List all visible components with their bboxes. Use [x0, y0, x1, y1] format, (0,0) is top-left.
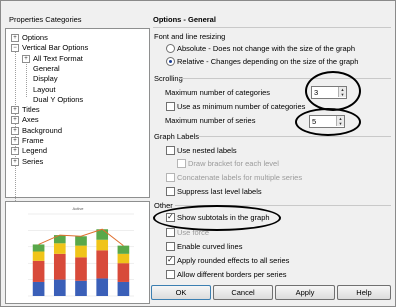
use-min-checkbox[interactable]	[166, 102, 175, 111]
annotation-ellipse-categories	[305, 71, 361, 111]
page-title: Options - General	[153, 15, 216, 24]
tree-item-background[interactable]: + Background	[11, 126, 62, 135]
bar-segment	[75, 280, 87, 296]
max-categories-label: Maximum number of categories	[165, 88, 271, 97]
tree-item-label: Layout	[33, 84, 56, 94]
bar-segment	[32, 260, 45, 282]
tree-item-label: Vertical Bar Options	[22, 43, 89, 53]
use-force-checkbox[interactable]	[166, 228, 175, 237]
enable-curved-label: Enable curved lines	[177, 242, 243, 251]
tree-item-label: Display	[33, 74, 58, 84]
expand-icon[interactable]: +	[11, 34, 19, 43]
bar-segment	[53, 235, 66, 244]
tree-item-label: Series	[22, 156, 44, 166]
bar-segment	[117, 281, 130, 296]
apply-button[interactable]: Apply	[275, 285, 335, 300]
bar-segment	[32, 281, 45, 296]
tree-item-series[interactable]: + Series	[11, 157, 43, 166]
tree-item-general[interactable]: General	[33, 64, 60, 73]
bar-segment	[96, 278, 109, 296]
expand-icon[interactable]: +	[11, 116, 19, 125]
apply-rounded-checkbox[interactable]	[166, 255, 175, 265]
tree-item-label: Dual Y Options	[33, 94, 84, 104]
radio-absolute-label: Absolute - Does not change with the size…	[177, 44, 356, 53]
collapse-icon[interactable]: −	[11, 44, 19, 53]
allow-borders-label: Allow different borders per series	[177, 270, 287, 279]
radio-relative[interactable]	[166, 57, 175, 66]
bar-segment	[117, 253, 130, 264]
bar-segment	[53, 243, 66, 254]
tree-item-frame[interactable]: + Frame	[11, 136, 44, 146]
font-section-header: Font and line resizing	[154, 32, 226, 41]
draw-bracket-label: Draw bracket for each level	[188, 159, 279, 168]
annotation-ellipse-series	[295, 108, 361, 136]
tree-item-layout[interactable]: Layout	[33, 85, 56, 94]
preview-chart: Active	[28, 206, 134, 297]
ok-button[interactable]: OK	[151, 285, 211, 300]
bar-segment	[75, 236, 87, 246]
allow-borders-checkbox[interactable]	[166, 270, 175, 279]
tree-item-label: Axes	[22, 115, 39, 125]
expand-icon[interactable]: +	[11, 147, 19, 156]
use-nested-label: Use nested labels	[177, 146, 237, 155]
radio-relative-label: Relative - Changes depending on the size…	[177, 57, 359, 66]
expand-icon[interactable]: +	[11, 157, 19, 166]
draw-bracket-checkbox[interactable]	[177, 159, 186, 168]
enable-curved-checkbox[interactable]	[166, 242, 175, 251]
expand-icon[interactable]: +	[11, 126, 19, 135]
tree-item-axes[interactable]: + Axes	[11, 115, 39, 125]
tree-item-label: Background	[22, 125, 63, 135]
tree-item-label: Frame	[22, 136, 44, 145]
categories-tree[interactable]: + Options − Vertical Bar Options + All Text F…	[5, 28, 150, 207]
dialog-window: Properties Categories + Options − Vertical …	[0, 0, 396, 307]
use-min-label: Use as minimum number of categories	[177, 102, 306, 111]
categories-title: Properties Categories	[9, 15, 82, 24]
use-nested-checkbox[interactable]	[166, 146, 175, 155]
expand-icon[interactable]: +	[22, 54, 30, 63]
concatenate-checkbox[interactable]	[166, 173, 175, 182]
bar-segment	[96, 239, 109, 251]
concatenate-label: Concatenate labels for multiple series	[177, 173, 303, 182]
apply-rounded-label: Apply rounded effects to all series	[177, 256, 290, 265]
expand-icon[interactable]: +	[11, 137, 19, 146]
bar-segment	[96, 250, 109, 279]
bar-segment	[117, 263, 130, 282]
tree-item-label: All Text Format	[33, 53, 83, 63]
tree-item-vertical-bar-options[interactable]: − Vertical Bar Options	[11, 43, 89, 53]
graph-labels-header: Graph Labels	[154, 132, 200, 141]
graph-preview: Active	[5, 201, 150, 304]
tree-item-dual-y-options[interactable]: Dual Y Options	[33, 95, 83, 104]
suppress-last-label: Suppress last level labels	[177, 187, 262, 196]
bar-segment	[32, 251, 45, 261]
bar-segment	[75, 245, 87, 258]
tree-item-label: General	[33, 63, 60, 73]
radio-absolute[interactable]	[166, 44, 175, 53]
bar-segment	[75, 257, 87, 281]
help-button[interactable]: Help	[337, 285, 391, 300]
expand-icon[interactable]: +	[11, 106, 19, 115]
suppress-last-checkbox[interactable]	[166, 187, 175, 196]
chart-title: Active	[73, 206, 85, 211]
cancel-button[interactable]: Cancel	[213, 285, 273, 300]
bar-segment	[117, 245, 130, 254]
tree-item-legend[interactable]: + Legend	[11, 146, 48, 156]
tree-item-label: Options	[22, 33, 48, 42]
tree-item-label: Legend	[22, 146, 48, 156]
tree-item-options[interactable]: + Options	[11, 33, 48, 43]
annotation-ellipse-subtotals	[153, 205, 281, 231]
tree-item-label: Titles	[22, 105, 40, 115]
max-series-label: Maximum number of series	[165, 116, 256, 125]
tree-item-all-text-format[interactable]: + All Text Format	[22, 54, 83, 63]
tree-item-titles[interactable]: + Titles	[11, 105, 40, 115]
bar-segment	[32, 244, 45, 252]
tree-item-display[interactable]: Display	[33, 74, 58, 83]
bar-segment	[53, 253, 66, 280]
bar-segment	[53, 279, 66, 296]
